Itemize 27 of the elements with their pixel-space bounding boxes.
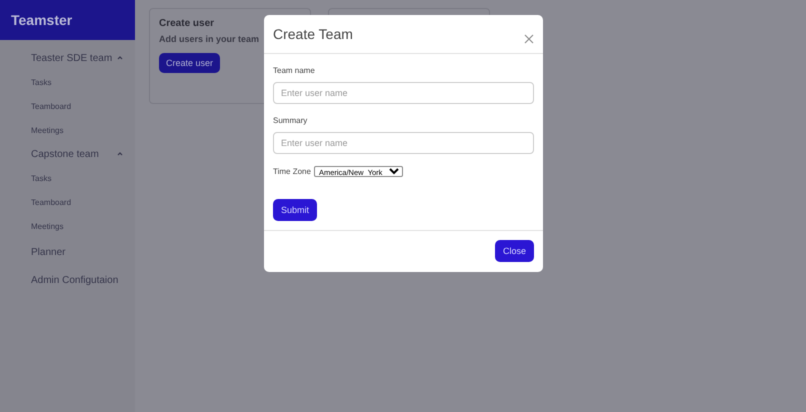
card-subtitle: Add users in your team (159, 34, 260, 44)
card-title: Create user (159, 18, 214, 29)
team-group-toggle[interactable]: Teaster SDE team (31, 46, 123, 70)
brand-title: Teamster (0, 0, 135, 40)
sidebar-item[interactable]: Teamboard (31, 190, 135, 214)
submit-button[interactable]: Submit (273, 198, 318, 221)
field-label: Time Zone (273, 166, 311, 176)
field-label: Team name (273, 66, 316, 75)
sidebar-item[interactable]: Tasks (31, 70, 135, 94)
caret-icon (117, 56, 123, 60)
sidebar-item[interactable]: Meetings (31, 118, 135, 142)
team-name: Capstone team (31, 148, 99, 160)
sidebar-item[interactable]: Planner (31, 238, 135, 266)
sidebar-item[interactable]: Admin Configutaion (31, 266, 135, 294)
close-icon[interactable] (523, 32, 535, 45)
create-user-button[interactable]: Create user (159, 53, 220, 73)
sidebar-item[interactable]: Tasks (31, 166, 135, 190)
close-button[interactable]: Close (494, 240, 534, 262)
modal-title: Create Team (273, 26, 353, 42)
input-field[interactable]: Enter user name (273, 132, 534, 154)
field-label: Summary (273, 116, 308, 125)
sidebar-item[interactable]: Teamboard (31, 94, 135, 118)
input-field[interactable]: Enter user name (273, 82, 534, 104)
team-group-toggle[interactable]: Capstone team (31, 142, 123, 166)
team-name: Teaster SDE team (31, 52, 112, 64)
sidebar-item[interactable]: Meetings (31, 214, 135, 238)
caret-icon (117, 152, 123, 156)
